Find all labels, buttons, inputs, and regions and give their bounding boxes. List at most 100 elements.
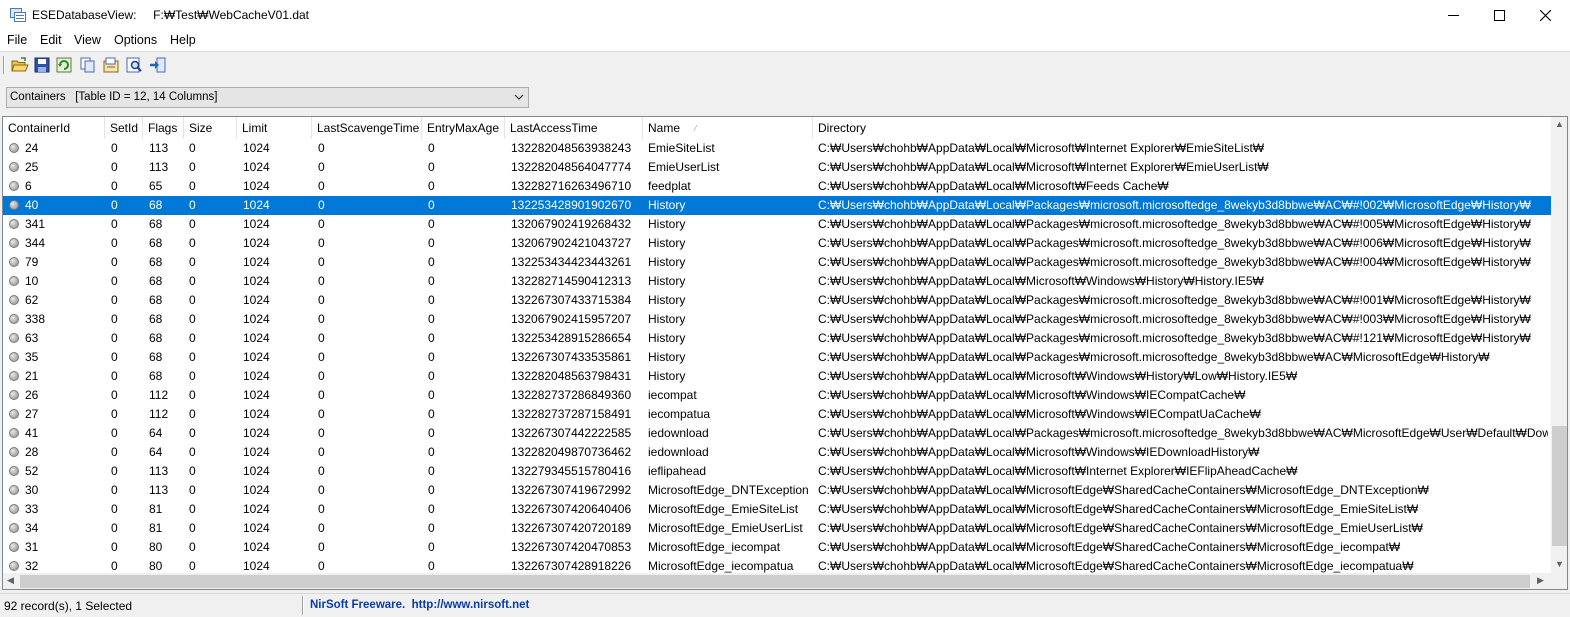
- cell-directory: C:₩Users₩chohb₩AppData₩Local₩Packages₩mi…: [818, 426, 1548, 440]
- table-row[interactable]: 6 0 65 0 1024 0 0 132282716263496710 feedplat C:₩…: [3, 177, 1551, 196]
- column-header-entrymaxage[interactable]: EntryMaxAge: [422, 117, 505, 139]
- column-header-lastscavengetime[interactable]: LastScavengeTime: [312, 117, 422, 139]
- table-row[interactable]: 21 0 68 0 1024 0 0 132282048563798431 History C:₩…: [3, 367, 1551, 386]
- cell-flags: 81: [149, 521, 163, 535]
- menu-file[interactable]: File: [7, 33, 27, 47]
- menu-edit[interactable]: Edit: [40, 33, 62, 47]
- open-folder-icon[interactable]: [11, 56, 29, 74]
- cell-lastaccesstime: 132067902419268432: [511, 217, 632, 231]
- cell-size: 0: [189, 198, 196, 212]
- column-header-size[interactable]: Size: [184, 117, 237, 139]
- column-header-flags[interactable]: Flags: [143, 117, 184, 139]
- cell-flags: 113: [149, 141, 169, 155]
- table-row[interactable]: 338 0 68 0 1024 0 0 132067902415957207 History C:…: [3, 310, 1551, 329]
- cell-containerid: 79: [25, 255, 39, 269]
- column-header-lastaccesstime[interactable]: LastAccessTime: [505, 117, 643, 139]
- horizontal-scroll-thumb[interactable]: [20, 575, 1530, 588]
- scroll-right-icon[interactable]: ▶: [1537, 575, 1544, 586]
- cell-entrymaxage: 0: [428, 502, 435, 516]
- column-header-setid[interactable]: SetId: [105, 117, 143, 139]
- records-table[interactable]: ContainerId SetId Flags Size Limit LastS…: [2, 116, 1568, 590]
- nirsoft-link[interactable]: NirSoft Freeware. http://www.nirsoft.net: [310, 599, 529, 611]
- exit-icon[interactable]: [149, 56, 167, 74]
- maximize-button[interactable]: [1476, 0, 1522, 31]
- cell-limit: 1024: [243, 141, 270, 155]
- find-icon[interactable]: [125, 56, 143, 74]
- refresh-icon[interactable]: [55, 56, 73, 74]
- cell-entrymaxage: 0: [428, 236, 435, 250]
- column-header-directory[interactable]: Directory: [813, 117, 1551, 139]
- cell-limit: 1024: [243, 559, 270, 573]
- cell-limit: 1024: [243, 483, 270, 497]
- menu-help[interactable]: Help: [170, 33, 196, 47]
- cell-lastscavengetime: 0: [318, 502, 325, 516]
- cell-directory: C:₩Users₩chohb₩AppData₩Local₩MicrosoftEd…: [818, 559, 1414, 573]
- cell-containerid: 341: [25, 217, 46, 231]
- copy-icon[interactable]: [79, 56, 97, 74]
- table-row[interactable]: 62 0 68 0 1024 0 0 132267307433715384 History C:₩…: [3, 291, 1551, 310]
- cell-limit: 1024: [243, 464, 270, 478]
- table-row[interactable]: 10 0 68 0 1024 0 0 132282714590412313 History C:₩…: [3, 272, 1551, 291]
- table-row[interactable]: 25 0 113 0 1024 0 0 132282048564047774 EmieUserL…: [3, 158, 1551, 177]
- minimize-button[interactable]: [1430, 0, 1476, 31]
- save-icon[interactable]: [33, 56, 51, 74]
- window-title: ESEDatabaseView: F:₩Test₩WebCacheV01.dat: [32, 8, 310, 22]
- cell-name: History: [648, 350, 686, 364]
- cell-setid: 0: [111, 521, 118, 535]
- cell-setid: 0: [111, 312, 118, 326]
- table-row[interactable]: 24 0 113 0 1024 0 0 132282048563938243 EmieSiteL…: [3, 139, 1551, 158]
- cell-limit: 1024: [243, 521, 270, 535]
- cell-setid: 0: [111, 445, 118, 459]
- cell-flags: 80: [149, 540, 163, 554]
- table-row[interactable]: 26 0 112 0 1024 0 0 132282737286849360 iecompat C…: [3, 386, 1551, 405]
- cell-setid: 0: [111, 502, 118, 516]
- cell-lastaccesstime: 132267307420640406: [511, 502, 632, 516]
- cell-directory: C:₩Users₩chohb₩AppData₩Local₩Packages₩mi…: [818, 312, 1531, 326]
- table-select[interactable]: Containers [Table ID = 12, 14 Columns]: [6, 87, 529, 108]
- table-row[interactable]: 34 0 81 0 1024 0 0 132267307420720189 MicrosoftE…: [3, 519, 1551, 538]
- cell-lastaccesstime: 132267307419672992: [511, 483, 632, 497]
- cell-entrymaxage: 0: [428, 217, 435, 231]
- table-row[interactable]: 341 0 68 0 1024 0 0 132067902419268432 History C:…: [3, 215, 1551, 234]
- cell-size: 0: [189, 369, 196, 383]
- horizontal-scrollbar[interactable]: ◀ ▶: [3, 573, 1551, 589]
- scroll-left-icon[interactable]: ◀: [7, 575, 14, 586]
- column-header-limit[interactable]: Limit: [237, 117, 312, 139]
- cell-name: iedownload: [648, 426, 709, 440]
- table-row[interactable]: 30 0 113 0 1024 0 0 132267307419672992 Microsoft…: [3, 481, 1551, 500]
- table-row[interactable]: 63 0 68 0 1024 0 0 132253428915286654 History C:₩…: [3, 329, 1551, 348]
- cell-limit: 1024: [243, 217, 270, 231]
- properties-icon[interactable]: [102, 56, 120, 74]
- column-header-name[interactable]: Name ⁄: [643, 117, 813, 139]
- cell-size: 0: [189, 179, 196, 193]
- cell-entrymaxage: 0: [428, 198, 435, 212]
- cell-directory: C:₩Users₩chohb₩AppData₩Local₩Packages₩mi…: [818, 236, 1531, 250]
- table-row[interactable]: 344 0 68 0 1024 0 0 132067902421043727 History C:…: [3, 234, 1551, 253]
- record-icon: [9, 447, 19, 457]
- cell-name: History: [648, 255, 686, 269]
- vertical-scrollbar[interactable]: ▲ ▼: [1551, 117, 1567, 573]
- cell-entrymaxage: 0: [428, 141, 435, 155]
- table-row[interactable]: 33 0 81 0 1024 0 0 132267307420640406 MicrosoftE…: [3, 500, 1551, 519]
- table-row[interactable]: 31 0 80 0 1024 0 0 132267307420470853 MicrosoftE…: [3, 538, 1551, 557]
- table-row[interactable]: 35 0 68 0 1024 0 0 132267307433535861 History C:₩…: [3, 348, 1551, 367]
- status-divider: [302, 596, 304, 615]
- table-row[interactable]: 79 0 68 0 1024 0 0 132253434423443261 History C:₩…: [3, 253, 1551, 272]
- scroll-up-icon[interactable]: ▲: [1555, 119, 1564, 129]
- table-row[interactable]: 27 0 112 0 1024 0 0 132282737287158491 iecompatu…: [3, 405, 1551, 424]
- menu-view[interactable]: View: [74, 33, 101, 47]
- table-row[interactable]: 28 0 64 0 1024 0 0 132282049870736462 iedownload…: [3, 443, 1551, 462]
- cell-lastaccesstime: 132067902421043727: [511, 236, 632, 250]
- vertical-scroll-thumb[interactable]: [1552, 426, 1567, 546]
- column-header-containerid[interactable]: ContainerId: [3, 117, 105, 139]
- menu-options[interactable]: Options: [114, 33, 157, 47]
- table-row[interactable]: 52 0 113 0 1024 0 0 132279345515780416 ieflipahe…: [3, 462, 1551, 481]
- cell-size: 0: [189, 293, 196, 307]
- table-row[interactable]: 41 0 64 0 1024 0 0 132267307442222585 iedownload…: [3, 424, 1551, 443]
- cell-size: 0: [189, 445, 196, 459]
- cell-limit: 1024: [243, 407, 270, 421]
- cell-directory: C:₩Users₩chohb₩AppData₩Local₩Packages₩mi…: [818, 350, 1490, 364]
- scroll-down-icon[interactable]: ▼: [1555, 559, 1564, 569]
- table-row[interactable]: 40 0 68 0 1024 0 0 132253428901902670 History C:₩…: [3, 196, 1551, 215]
- close-button[interactable]: [1522, 0, 1568, 31]
